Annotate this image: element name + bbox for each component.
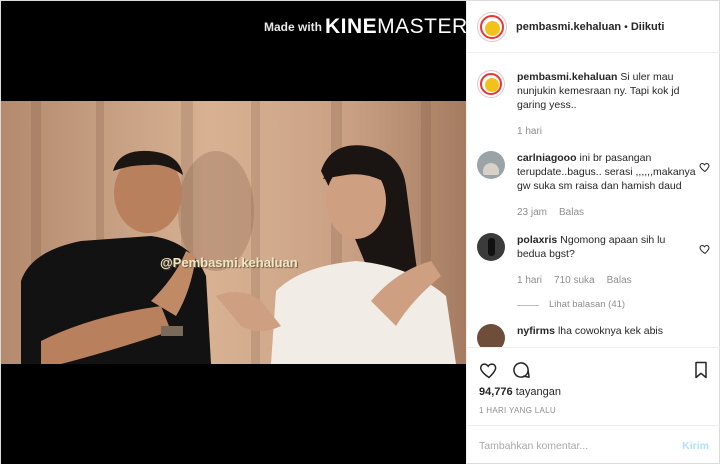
comment-time[interactable]: 1 hari bbox=[517, 125, 542, 139]
add-comment-bar: Tambahkan komentar... Kirim bbox=[467, 425, 720, 464]
reply-button[interactable]: Balas bbox=[559, 206, 584, 220]
comment-item: polaxris Ngomong apaan sih lu bedua bgst?… bbox=[477, 233, 711, 312]
comment-text: lha cowoknya kek abis bbox=[557, 325, 663, 337]
view-replies-label: Lihat balasan (41) bbox=[549, 299, 626, 310]
post-header: pembasmi.kehaluan • Diikuti bbox=[467, 1, 720, 53]
comment-meta: 1 hari 710 suka Balas bbox=[517, 274, 697, 288]
avatar-face bbox=[485, 20, 500, 36]
post-side-panel: pembasmi.kehaluan • Diikuti pembasmi.keh… bbox=[466, 1, 720, 464]
like-heart-icon[interactable] bbox=[699, 243, 711, 255]
caption-comment: pembasmi.kehaluan Si uler mau nunjukin ke… bbox=[477, 70, 711, 139]
comment-meta: 1 hari bbox=[517, 125, 697, 139]
comment-bubble-icon[interactable] bbox=[511, 360, 531, 380]
video-frame-illustration bbox=[1, 101, 466, 364]
like-heart-icon[interactable] bbox=[699, 161, 711, 173]
comment-meta: 23 jam Balas bbox=[517, 206, 697, 220]
comment-item: carlniagooo ini br pasangan terupdate..ba… bbox=[477, 151, 711, 220]
watermark-master: MASTER bbox=[377, 15, 466, 38]
video-overlay-handle: @Pembasmi.kehaluan bbox=[160, 255, 298, 270]
comment-input[interactable]: Tambahkan komentar... bbox=[479, 440, 682, 452]
commenter-avatar-icon[interactable] bbox=[477, 233, 505, 261]
header-username[interactable]: pembasmi.kehaluan bbox=[516, 21, 621, 33]
comment-time[interactable]: 1 hari bbox=[517, 274, 542, 288]
caption-body: pembasmi.kehaluan Si uler mau nunjukin ke… bbox=[517, 70, 697, 139]
view-count[interactable]: 94,776 tayangan bbox=[467, 382, 720, 398]
comments-list[interactable]: pembasmi.kehaluan Si uler mau nunjukin ke… bbox=[467, 54, 720, 347]
avatar-silhouette bbox=[488, 238, 495, 256]
brand-avatar-icon[interactable] bbox=[477, 11, 507, 42]
view-count-label: tayangan bbox=[515, 386, 561, 398]
send-comment-button[interactable]: Kirim bbox=[682, 440, 709, 452]
comment-likes[interactable]: 710 suka bbox=[554, 274, 595, 288]
comment-username[interactable]: pembasmi.kehaluan bbox=[517, 71, 617, 83]
reply-button[interactable]: Balas bbox=[607, 274, 632, 288]
watermark-kine: KINE bbox=[324, 15, 378, 38]
comment-body: carlniagooo ini br pasangan terupdate..ba… bbox=[517, 151, 697, 220]
action-icons bbox=[467, 348, 720, 382]
header-separator: • bbox=[624, 20, 628, 33]
view-count-number: 94,776 bbox=[479, 386, 513, 398]
post-actions: 94,776 tayangan 1 HARI YANG LALU Tambahk… bbox=[467, 347, 720, 464]
comment-item: nyfirms lha cowoknya kek abis bbox=[477, 324, 711, 347]
comment-body: polaxris Ngomong apaan sih lu bedua bgst?… bbox=[517, 233, 697, 312]
instagram-post-modal: Made with KINEMASTER @Pembasmi.kehaluan … bbox=[0, 0, 720, 464]
comment-username[interactable]: polaxris bbox=[517, 234, 557, 246]
follow-status-button[interactable]: Diikuti bbox=[631, 21, 665, 33]
bookmark-icon[interactable] bbox=[691, 360, 711, 380]
comment-username[interactable]: nyfirms bbox=[517, 325, 555, 337]
watermark-made-with: Made with bbox=[264, 20, 323, 34]
avatar-silhouette bbox=[483, 163, 499, 175]
replies-line bbox=[517, 304, 539, 306]
view-replies-button[interactable]: Lihat balasan (41) bbox=[517, 298, 697, 312]
like-heart-icon[interactable] bbox=[479, 360, 499, 380]
caption-avatar-ring bbox=[480, 73, 502, 95]
commenter-avatar-icon[interactable] bbox=[477, 324, 505, 347]
comment-username[interactable]: carlniagooo bbox=[517, 152, 577, 164]
caption-avatar-icon[interactable] bbox=[477, 70, 505, 98]
kinemaster-watermark: Made with KINEMASTER bbox=[264, 15, 466, 39]
commenter-avatar-icon[interactable] bbox=[477, 151, 505, 179]
video-player[interactable]: Made with KINEMASTER @Pembasmi.kehaluan bbox=[1, 1, 466, 464]
post-date[interactable]: 1 HARI YANG LALU bbox=[467, 398, 720, 415]
comment-body: nyfirms lha cowoknya kek abis bbox=[517, 324, 697, 347]
video-frame bbox=[1, 101, 466, 364]
comment-time[interactable]: 23 jam bbox=[517, 206, 547, 220]
